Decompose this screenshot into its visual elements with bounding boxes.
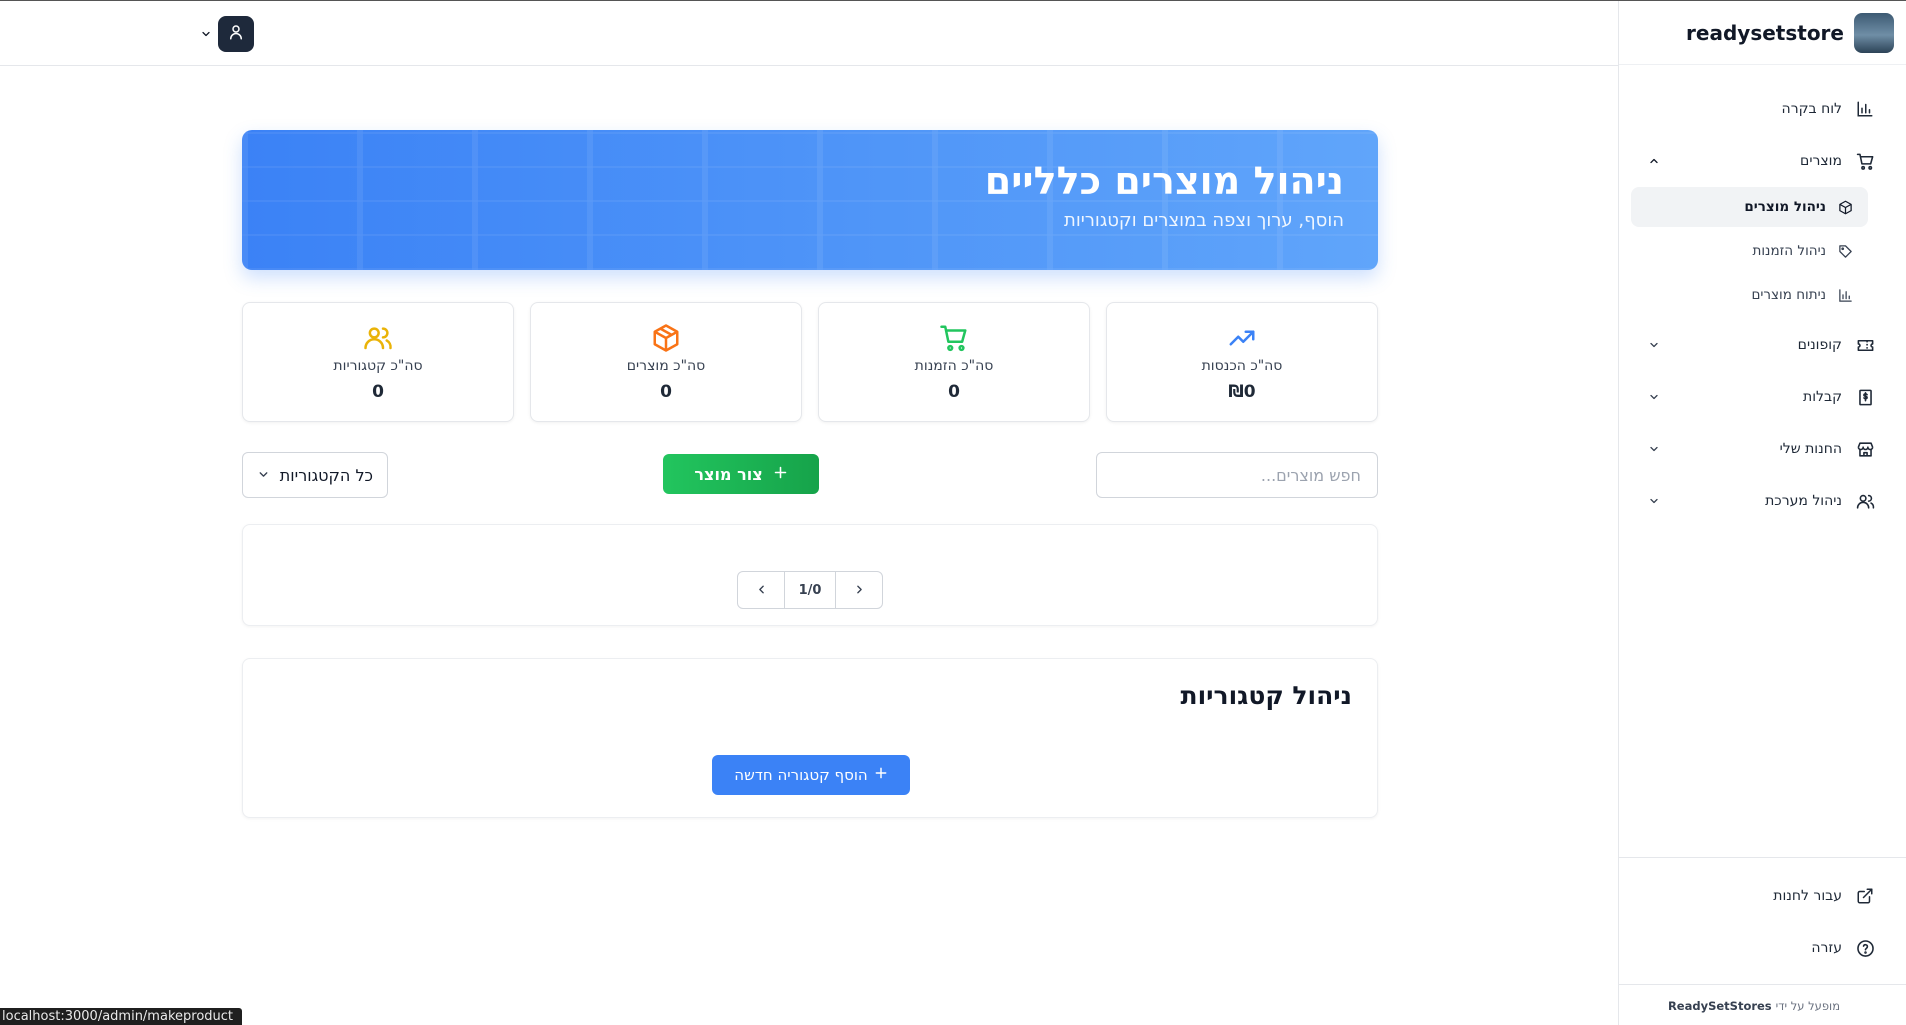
create-product-button[interactable]: צור מוצר [663, 454, 819, 494]
sidebar-item-label: קופונים [1797, 337, 1842, 353]
chevron-up-icon[interactable] [1645, 152, 1663, 170]
sidebar-item-dashboard[interactable]: לוח בקרה [1631, 83, 1894, 135]
products-submenu: ניהול מוצרים ניהול הזמנות ניתוח מוצרים [1631, 187, 1894, 315]
trending-up-icon [1226, 322, 1258, 354]
sidebar-item-label: עבור לחנות [1773, 888, 1842, 904]
package-icon [650, 322, 682, 354]
chevron-down-icon[interactable] [1645, 388, 1663, 406]
sidebar-item-receipts[interactable]: קבלות [1631, 371, 1894, 423]
content-column: ניהול מוצרים כלליים הוסף, ערוך וצפה במוצ… [242, 130, 1378, 818]
stat-value: 0 [660, 382, 672, 402]
main-content: ניהול מוצרים כלליים הוסף, ערוך וצפה במוצ… [0, 66, 1618, 1025]
next-page-button[interactable] [836, 572, 882, 608]
category-filter-select[interactable]: כל הקטגוריות [242, 452, 388, 498]
sidebar-subitem-manage-products[interactable]: ניהול מוצרים [1631, 187, 1868, 227]
store-logo [1854, 12, 1894, 53]
chevron-down-icon[interactable] [1645, 492, 1663, 510]
chevron-right-icon [853, 581, 866, 600]
stat-card-products: סה"כ מוצרים 0 [530, 302, 802, 422]
pagination: 1/0 [737, 571, 883, 609]
chevron-down-icon [257, 466, 270, 485]
sidebar-item-my-store[interactable]: החנות שלי [1631, 423, 1894, 475]
brand-name: readysetstore [1686, 20, 1844, 45]
page-subtitle: הוסף, ערוך וצפה במוצרים וקטגוריות [1064, 210, 1344, 231]
create-product-label: צור מוצר [694, 464, 763, 484]
ticket-icon [1854, 334, 1876, 356]
app-root: readysetstore לוח בקרה מוצרים ניהול מוצר… [0, 0, 1906, 1025]
sidebar-item-products[interactable]: מוצרים [1631, 135, 1894, 187]
stat-label: סה"כ הזמנות [914, 358, 994, 374]
plus-icon [773, 465, 788, 484]
page-indicator: 1/0 [784, 572, 836, 608]
plus-icon [874, 766, 888, 784]
search-input[interactable] [1096, 452, 1378, 498]
stat-card-orders: סה"כ הזמנות 0 [818, 302, 1090, 422]
cart-icon [1854, 150, 1876, 172]
help-circle-icon [1854, 937, 1876, 959]
bar-chart-icon [1836, 286, 1854, 304]
sidebar-item-label: עזרה [1811, 940, 1842, 956]
sidebar-item-help[interactable]: עזרה [1630, 922, 1894, 974]
previous-page-button[interactable] [738, 572, 784, 608]
store-icon [1854, 438, 1876, 460]
stat-label: סה"כ הכנסות [1201, 358, 1283, 374]
stat-value: 0 [948, 382, 960, 402]
sidebar-bottom: עבור לחנות עזרה [1618, 857, 1906, 984]
users-icon [362, 322, 394, 354]
sidebar-item-system-admin[interactable]: ניהול מערכת [1631, 475, 1894, 527]
add-category-label: הוסף קטגוריה חדשה [734, 766, 868, 784]
sidebar-item-go-to-store[interactable]: עבור לחנות [1630, 870, 1894, 922]
product-controls: צור מוצר כל הקטגוריות [242, 452, 1378, 500]
brand[interactable]: readysetstore [1619, 1, 1906, 65]
categories-card: ניהול קטגוריות הוסף קטגוריה חדשה [242, 658, 1378, 818]
external-link-icon [1854, 885, 1876, 907]
stat-card-categories: סה"כ קטגוריות 0 [242, 302, 514, 422]
categories-title: ניהול קטגוריות [1180, 681, 1352, 710]
sidebar-nav: לוח בקרה מוצרים ניהול מוצרים ניהול הזמנו… [1619, 65, 1906, 527]
stat-value: 0 [372, 382, 384, 402]
status-bar-url: localhost:3000/admin/makeproduct [0, 1008, 242, 1025]
chevron-down-icon [200, 25, 212, 44]
package-icon [1836, 198, 1854, 216]
powered-by-text: מופעל על ידי [1775, 998, 1840, 1013]
user-icon [227, 23, 245, 45]
sidebar-item-label: מוצרים [1800, 153, 1842, 169]
stats-row: סה"כ הכנסות ₪0 סה"כ הזמנות 0 סה"כ מוצרים… [242, 302, 1378, 422]
bar-chart-icon [1854, 98, 1876, 120]
sidebar-item-coupons[interactable]: קופונים [1631, 319, 1894, 371]
sidebar-subitem-product-analytics[interactable]: ניתוח מוצרים [1631, 275, 1868, 315]
sidebar-item-label: החנות שלי [1779, 441, 1842, 457]
stat-value: ₪0 [1228, 382, 1256, 402]
stat-label: סה"כ מוצרים [626, 358, 706, 374]
sidebar-subitem-label: ניתוח מוצרים [1751, 287, 1826, 303]
user-avatar[interactable] [218, 16, 254, 52]
sidebar-item-label: ניהול מערכת [1765, 493, 1842, 509]
add-category-button[interactable]: הוסף קטגוריה חדשה [712, 755, 910, 795]
tag-icon [1836, 242, 1854, 260]
top-bar [0, 1, 1618, 66]
stat-card-revenue: סה"כ הכנסות ₪0 [1106, 302, 1378, 422]
category-filter-value: כל הקטגוריות [279, 465, 373, 485]
chevron-left-icon [755, 581, 768, 600]
sidebar-item-label: קבלות [1803, 389, 1842, 405]
sidebar-footer: מופעל על ידי ReadySetStores [1618, 984, 1906, 1025]
products-list-card: 1/0 [242, 524, 1378, 626]
powered-by-brand[interactable]: ReadySetStores [1668, 999, 1772, 1013]
sidebar-subitem-label: ניהול הזמנות [1752, 243, 1826, 259]
page-title: ניהול מוצרים כלליים [984, 159, 1344, 203]
user-menu[interactable] [200, 16, 254, 52]
page-header-banner: ניהול מוצרים כלליים הוסף, ערוך וצפה במוצ… [242, 130, 1378, 270]
chevron-down-icon[interactable] [1645, 440, 1663, 458]
receipt-icon [1854, 386, 1876, 408]
chevron-down-icon[interactable] [1645, 336, 1663, 354]
users-icon [1854, 490, 1876, 512]
sidebar: readysetstore לוח בקרה מוצרים ניהול מוצר… [1618, 1, 1906, 1025]
cart-icon [938, 322, 970, 354]
sidebar-item-label: לוח בקרה [1781, 101, 1842, 117]
stat-label: סה"כ קטגוריות [333, 358, 423, 374]
sidebar-subitem-manage-orders[interactable]: ניהול הזמנות [1631, 231, 1868, 271]
sidebar-subitem-label: ניהול מוצרים [1744, 199, 1826, 215]
